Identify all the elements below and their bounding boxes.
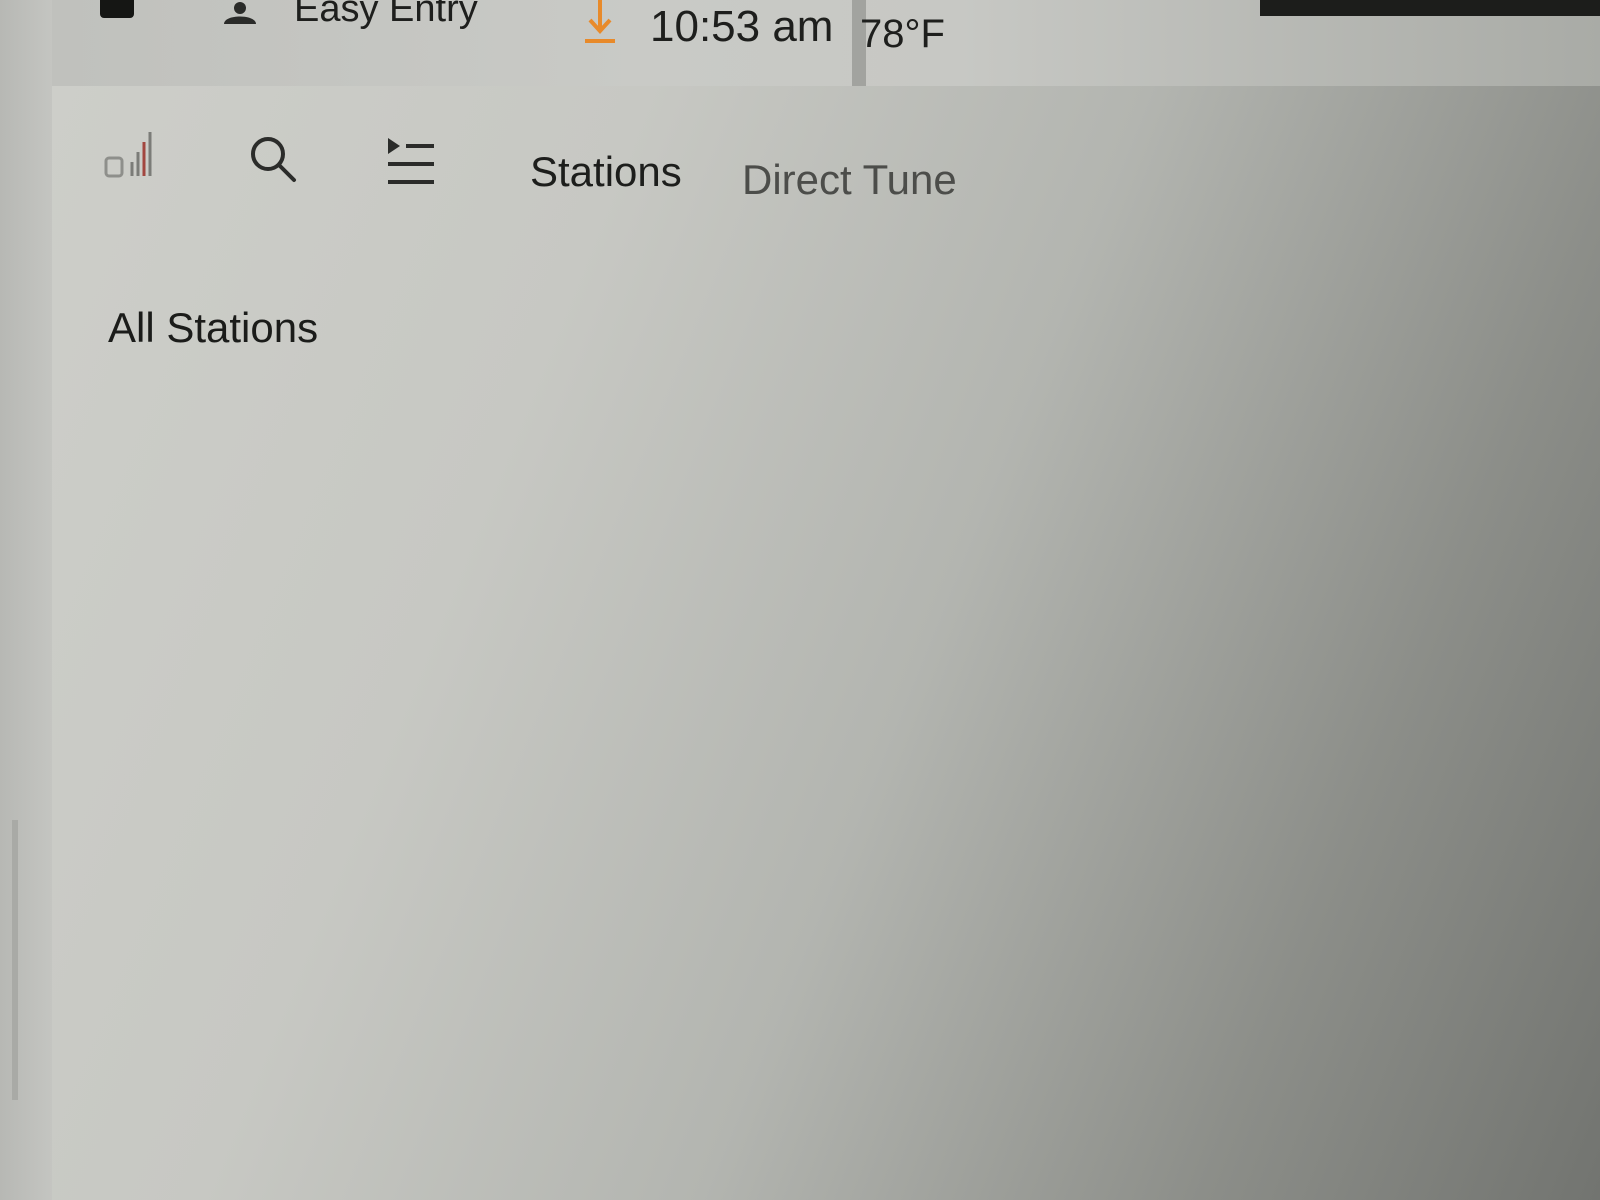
panel-divider <box>12 820 18 1100</box>
section-title: All Stations <box>108 304 319 351</box>
vehicle-icon[interactable] <box>100 0 134 18</box>
queue-icon[interactable] <box>386 136 436 190</box>
profile-name[interactable]: Easy Entry <box>294 0 478 31</box>
tab-stations[interactable]: Stations <box>530 148 682 196</box>
tab-direct-tune[interactable]: Direct Tune <box>742 156 957 204</box>
download-icon[interactable] <box>583 0 617 44</box>
outside-temperature[interactable]: 78°F <box>860 12 945 57</box>
status-bar-edge <box>1260 0 1600 16</box>
profile-icon[interactable] <box>222 2 258 24</box>
media-panel <box>52 86 1600 1200</box>
radio-source-icon[interactable] <box>104 128 156 182</box>
left-panel-edge <box>0 0 52 1200</box>
clock: 10:53 am <box>650 2 834 51</box>
search-icon[interactable] <box>248 134 298 184</box>
status-bar: Easy Entry 10:53 am 78°F <box>0 0 1600 92</box>
